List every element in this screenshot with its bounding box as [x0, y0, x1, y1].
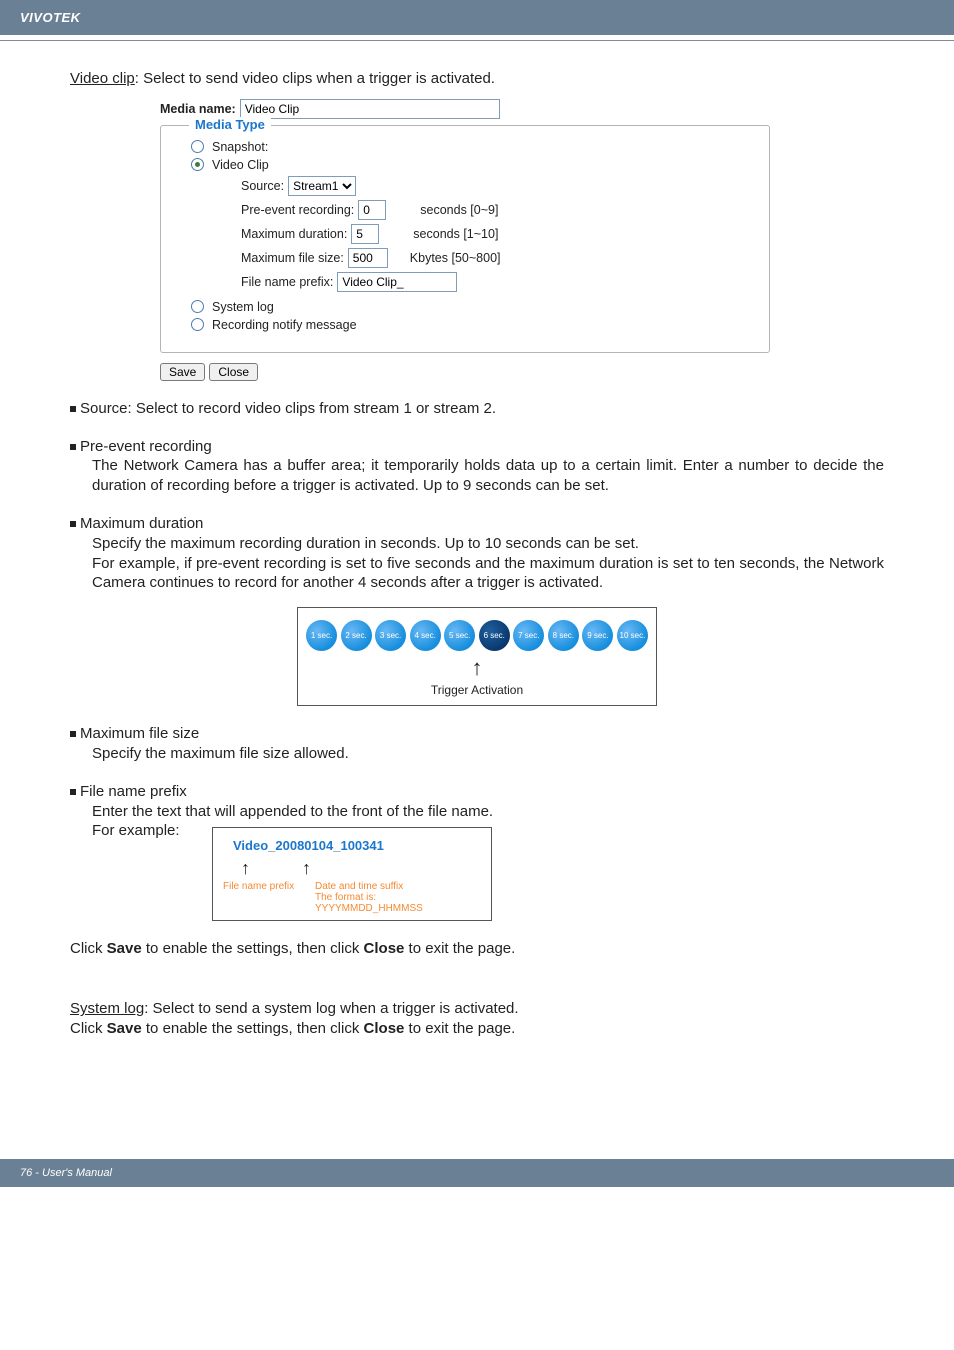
pre-event-units: seconds [0~9]	[420, 203, 498, 217]
syslog-term: System log	[70, 1000, 144, 1017]
bullet-maxdur-b2: For example, if pre-event recording is s…	[92, 554, 884, 594]
page-header: VIVOTEK	[0, 0, 954, 35]
radio-recnotify[interactable]	[191, 318, 204, 331]
prefix-label: File name prefix:	[241, 275, 333, 289]
bullet-preevent-h: Pre-event recording	[70, 437, 884, 457]
page-footer: 76 - User's Manual	[0, 1159, 954, 1187]
bullet-prefix-b2: For example:	[92, 821, 212, 841]
arrow-up-icon: ↑	[302, 859, 311, 877]
close-button[interactable]: Close	[209, 363, 258, 381]
bullet-maxdur-b1: Specify the maximum recording duration i…	[92, 534, 884, 554]
bubble-4: 4 sec.	[410, 620, 441, 651]
prefix-input[interactable]	[337, 272, 457, 292]
recnotify-label: Recording notify message	[212, 318, 357, 332]
bubble-3: 3 sec.	[375, 620, 406, 651]
bubble-2: 2 sec.	[341, 620, 372, 651]
max-size-input[interactable]	[348, 248, 388, 268]
filename-diagram: Video_20080104_100341 ↑ ↑ File name pref…	[212, 827, 492, 921]
intro-term: Video clip	[70, 70, 135, 87]
d2-label-suffix: Date and time suffix	[315, 881, 403, 892]
max-dur-input[interactable]	[351, 224, 379, 244]
save-button[interactable]: Save	[160, 363, 205, 381]
page-number: 76 - User's Manual	[20, 1167, 112, 1179]
d2-label-format: The format is: YYYYMMDD_HHMMSS	[315, 892, 481, 914]
bubble-1: 1 sec.	[306, 620, 337, 651]
bullet-source: Source: Select to record video clips fro…	[70, 399, 884, 419]
syslog-paragraph: System log: Select to send a system log …	[70, 999, 884, 1019]
intro-paragraph: Video clip: Select to send video clips w…	[70, 69, 884, 89]
syslog-desc: : Select to send a system log when a tri…	[144, 1000, 518, 1017]
pre-event-input[interactable]	[358, 200, 386, 220]
header-divider	[0, 40, 954, 41]
filename-example: Video_20080104_100341	[233, 838, 481, 853]
radio-snapshot[interactable]	[191, 140, 204, 153]
snapshot-label: Snapshot:	[212, 140, 268, 154]
tail-saveclose-1: Click Save to enable the settings, then …	[70, 939, 884, 959]
bubble-5: 5 sec.	[444, 620, 475, 651]
source-label: Source:	[241, 179, 284, 193]
bubble-8: 8 sec.	[548, 620, 579, 651]
trigger-label: Trigger Activation	[306, 683, 648, 697]
radio-videoclip[interactable]	[191, 158, 204, 171]
bubble-9: 9 sec.	[582, 620, 613, 651]
syslog-label: System log	[212, 300, 274, 314]
max-dur-units: seconds [1~10]	[413, 227, 498, 241]
bullet-maxsize-h: Maximum file size	[70, 724, 884, 744]
bullet-prefix-h: File name prefix	[70, 782, 884, 802]
tail-saveclose-2: Click Save to enable the settings, then …	[70, 1019, 884, 1039]
bubble-10: 10 sec.	[617, 620, 648, 651]
media-type-fieldset: Media Type Snapshot: Video Clip Source: …	[160, 125, 770, 353]
arrow-up-icon: ↑	[306, 657, 648, 679]
trigger-diagram: 1 sec.2 sec.3 sec.4 sec.5 sec.6 sec.7 se…	[297, 607, 657, 706]
bubble-6: 6 sec.	[479, 620, 510, 651]
radio-snapshot-row[interactable]: Snapshot:	[191, 140, 753, 154]
bullet-prefix-b1: Enter the text that will appended to the…	[92, 802, 884, 822]
bubble-7: 7 sec.	[513, 620, 544, 651]
max-dur-label: Maximum duration:	[241, 227, 347, 241]
pre-event-label: Pre-event recording:	[241, 203, 354, 217]
max-size-label: Maximum file size:	[241, 251, 344, 265]
arrow-up-icon: ↑	[241, 859, 250, 877]
intro-desc: : Select to send video clips when a trig…	[135, 70, 495, 87]
media-name-input[interactable]	[240, 99, 500, 119]
media-type-legend: Media Type	[189, 117, 271, 132]
radio-syslog-row[interactable]: System log	[191, 300, 753, 314]
bullet-maxsize-b: Specify the maximum file size allowed.	[92, 744, 884, 764]
max-size-units: Kbytes [50~800]	[410, 251, 501, 265]
radio-videoclip-row[interactable]: Video Clip	[191, 158, 753, 172]
media-form-screenshot: Media name: Media Type Snapshot: Video C…	[160, 99, 884, 381]
d2-label-prefix: File name prefix	[223, 881, 315, 892]
videoclip-label: Video Clip	[212, 158, 269, 172]
bullet-maxdur-h: Maximum duration	[70, 514, 884, 534]
brand-label: VIVOTEK	[20, 10, 81, 25]
radio-syslog[interactable]	[191, 300, 204, 313]
radio-recnotify-row[interactable]: Recording notify message	[191, 318, 753, 332]
bullet-preevent-b: The Network Camera has a buffer area; it…	[92, 456, 884, 496]
source-select[interactable]: Stream1	[288, 176, 356, 196]
media-name-label: Media name:	[160, 102, 236, 116]
